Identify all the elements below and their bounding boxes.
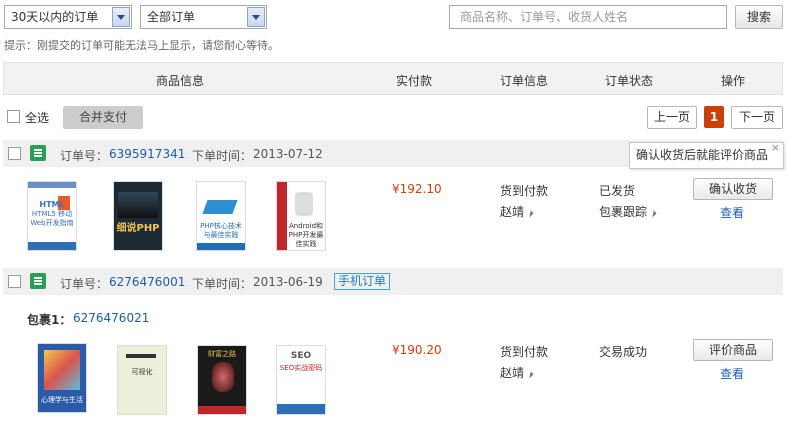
status-select-value: 全部订单 <box>147 10 196 24</box>
track-label: 包裹跟踪 <box>599 205 648 219</box>
notice-tip: 提示：刚提交的订单可能无法马上显示，请您耐心等待。 <box>4 39 279 52</box>
select-all-checkbox[interactable] <box>7 110 20 123</box>
recipient-name: 赵靖 <box>500 205 525 219</box>
col-action: 操作 <box>721 74 746 88</box>
period-select[interactable]: 30天以内的订单 <box>4 5 132 29</box>
order-price: ¥190.20 <box>392 343 442 357</box>
recipient[interactable]: 赵靖 <box>500 203 534 220</box>
book-cover[interactable]: PHP核心技术与最佳实践 <box>196 181 246 251</box>
book-title: HTML5 移动Web开发指南 <box>30 210 74 227</box>
period-select-value: 30天以内的订单 <box>11 10 99 24</box>
search-input[interactable]: 商品名称、订单号、收货人姓名 <box>449 5 727 29</box>
book-cover[interactable]: SEO SEO实战密码 <box>276 345 326 415</box>
view-order-link[interactable]: 查看 <box>720 204 744 221</box>
order-time: 2013-07-12 <box>253 147 323 161</box>
pay-method: 货到付款 <box>500 184 549 198</box>
caret-down-icon <box>526 210 534 218</box>
order-no-label: 订单号： <box>60 277 109 291</box>
mobile-order-tag: 手机订单 <box>334 273 391 290</box>
package-no-link[interactable]: 6276476021 <box>73 311 149 325</box>
order-no-link[interactable]: 6395917341 <box>109 147 185 161</box>
pay-method: 货到付款 <box>500 345 549 359</box>
order-time-label: 下单时间： <box>192 277 253 291</box>
order-icon <box>30 145 46 161</box>
tooltip-text: 确认收货后就能评价商品 <box>636 148 769 162</box>
book-title: 细说PHP <box>116 223 160 234</box>
book-cover[interactable]: 心理学与生活 <box>37 343 87 413</box>
caret-down-icon <box>649 210 657 218</box>
book-cover[interactable]: HTML HTML5 移动Web开发指南 <box>27 181 77 251</box>
current-page[interactable]: 1 <box>704 106 724 128</box>
col-goods: 商品信息 <box>156 74 205 88</box>
order-status: 已发货 <box>599 184 636 198</box>
track-package-link[interactable]: 包裹跟踪 <box>599 203 657 220</box>
chevron-down-icon <box>112 7 130 27</box>
book-title: 可视化 <box>131 368 153 376</box>
prev-page-button[interactable]: 上一页 <box>647 106 697 129</box>
review-goods-button[interactable]: 评价商品 <box>693 339 773 361</box>
tooltip: 确认收货后就能评价商品 × <box>629 141 784 169</box>
order-no-label: 订单号： <box>60 149 109 163</box>
next-page-button[interactable]: 下一页 <box>731 106 783 129</box>
book-cover[interactable]: 财富之路 <box>197 345 247 415</box>
order-time-label: 下单时间： <box>192 149 253 163</box>
merge-pay-button[interactable]: 合并支付 <box>63 106 143 129</box>
book-title: 财富之路 <box>208 350 236 358</box>
book-cover[interactable]: 可视化 <box>117 345 167 415</box>
order-checkbox[interactable] <box>8 275 21 288</box>
table-header: 商品信息 实付款 订单信息 订单状态 操作 <box>3 62 783 95</box>
order-icon <box>30 273 46 289</box>
col-order-status: 订单状态 <box>605 74 654 88</box>
book-cover[interactable]: 细说PHP <box>113 181 163 251</box>
caret-down-icon <box>526 371 534 379</box>
order-no-link[interactable]: 6276476001 <box>109 275 185 289</box>
order-time: 2013-06-19 <box>253 275 323 289</box>
order-price: ¥192.10 <box>392 182 442 196</box>
view-order-link[interactable]: 查看 <box>720 365 744 382</box>
chevron-down-icon <box>247 7 265 27</box>
book-cover[interactable]: Android和PHP开发最佳实践 <box>276 181 326 251</box>
package-label: 包裹1： <box>27 313 72 327</box>
select-all-label: 全选 <box>25 111 50 125</box>
search-button[interactable]: 搜索 <box>735 5 783 29</box>
col-order-info: 订单信息 <box>500 74 549 88</box>
book-title: 心理学与生活 <box>41 396 83 404</box>
recipient-name: 赵靖 <box>500 366 525 380</box>
confirm-receipt-button[interactable]: 确认收货 <box>693 178 773 200</box>
recipient[interactable]: 赵靖 <box>500 364 534 381</box>
book-title: PHP核心技术与最佳实践 <box>200 222 242 239</box>
status-select[interactable]: 全部订单 <box>140 5 267 29</box>
book-title: Android和PHP开发最佳实践 <box>288 222 324 248</box>
col-paid: 实付款 <box>396 74 433 88</box>
order-checkbox[interactable] <box>8 147 21 160</box>
book-title: SEO实战密码 <box>279 364 323 372</box>
close-icon[interactable]: × <box>771 135 780 160</box>
order-status: 交易成功 <box>599 345 648 359</box>
